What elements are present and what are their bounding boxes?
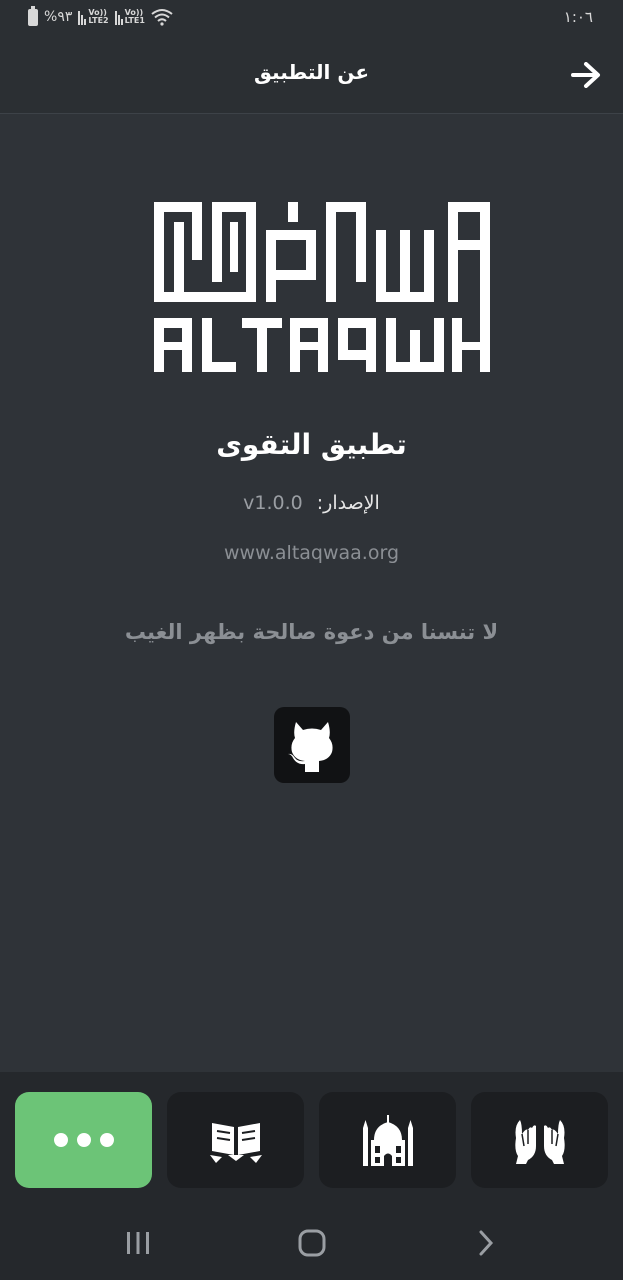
- version-label: الإصدار:: [316, 492, 380, 514]
- nav-mosque-button[interactable]: [319, 1092, 456, 1188]
- system-nav: [0, 1202, 623, 1280]
- app-header: عن التطبيق: [0, 36, 623, 114]
- praying-hands-icon: [514, 1120, 565, 1164]
- nav-dua-button[interactable]: [471, 1092, 608, 1188]
- battery-icon: [28, 5, 38, 26]
- quran-book-icon: [209, 1123, 262, 1163]
- altaqwa-logo: [154, 202, 490, 372]
- home-button[interactable]: [292, 1226, 332, 1260]
- wifi-icon: [151, 9, 173, 26]
- sim2-label-bottom: LTE1: [124, 16, 145, 25]
- nav-quran-button[interactable]: [167, 1092, 304, 1188]
- nav-more-button[interactable]: [15, 1092, 152, 1188]
- website-link[interactable]: www.altaqwaa.org: [0, 542, 623, 564]
- battery-percent: %٩٣: [44, 9, 73, 25]
- github-button[interactable]: [274, 707, 350, 783]
- chevron-right-icon: [479, 1230, 494, 1256]
- bottom-nav: [0, 1072, 623, 1202]
- home-icon: [298, 1229, 326, 1257]
- more-dots-icon: [53, 1133, 114, 1147]
- recents-button[interactable]: [118, 1226, 158, 1260]
- arrow-right-icon: [571, 62, 600, 88]
- page-title: عن التطبيق: [254, 60, 369, 84]
- github-icon: [288, 722, 333, 772]
- back-button[interactable]: [569, 58, 603, 92]
- version-row: v1.0.0 الإصدار:: [0, 492, 623, 514]
- status-bar: %٩٣ Vo)) LTE2 Vo)) LTE1 ١:٠٦: [0, 0, 623, 36]
- sim1-signal-icon: Vo)) LTE1: [114, 9, 145, 25]
- version-value: v1.0.0: [243, 492, 303, 514]
- sim2-signal-icon: Vo)) LTE2: [78, 9, 109, 25]
- system-back-button[interactable]: [466, 1226, 506, 1260]
- status-time: ١:٠٦: [563, 8, 593, 26]
- status-indicators: %٩٣ Vo)) LTE2 Vo)) LTE1: [28, 5, 173, 28]
- dua-text: لا تنسنا من دعوة صالحة بظهر الغيب: [124, 620, 499, 644]
- app-name: تطبيق التقوى: [216, 428, 407, 461]
- sim1-label-bottom: LTE2: [88, 16, 109, 25]
- mosque-icon: [362, 1115, 413, 1166]
- recents-icon: [127, 1232, 149, 1254]
